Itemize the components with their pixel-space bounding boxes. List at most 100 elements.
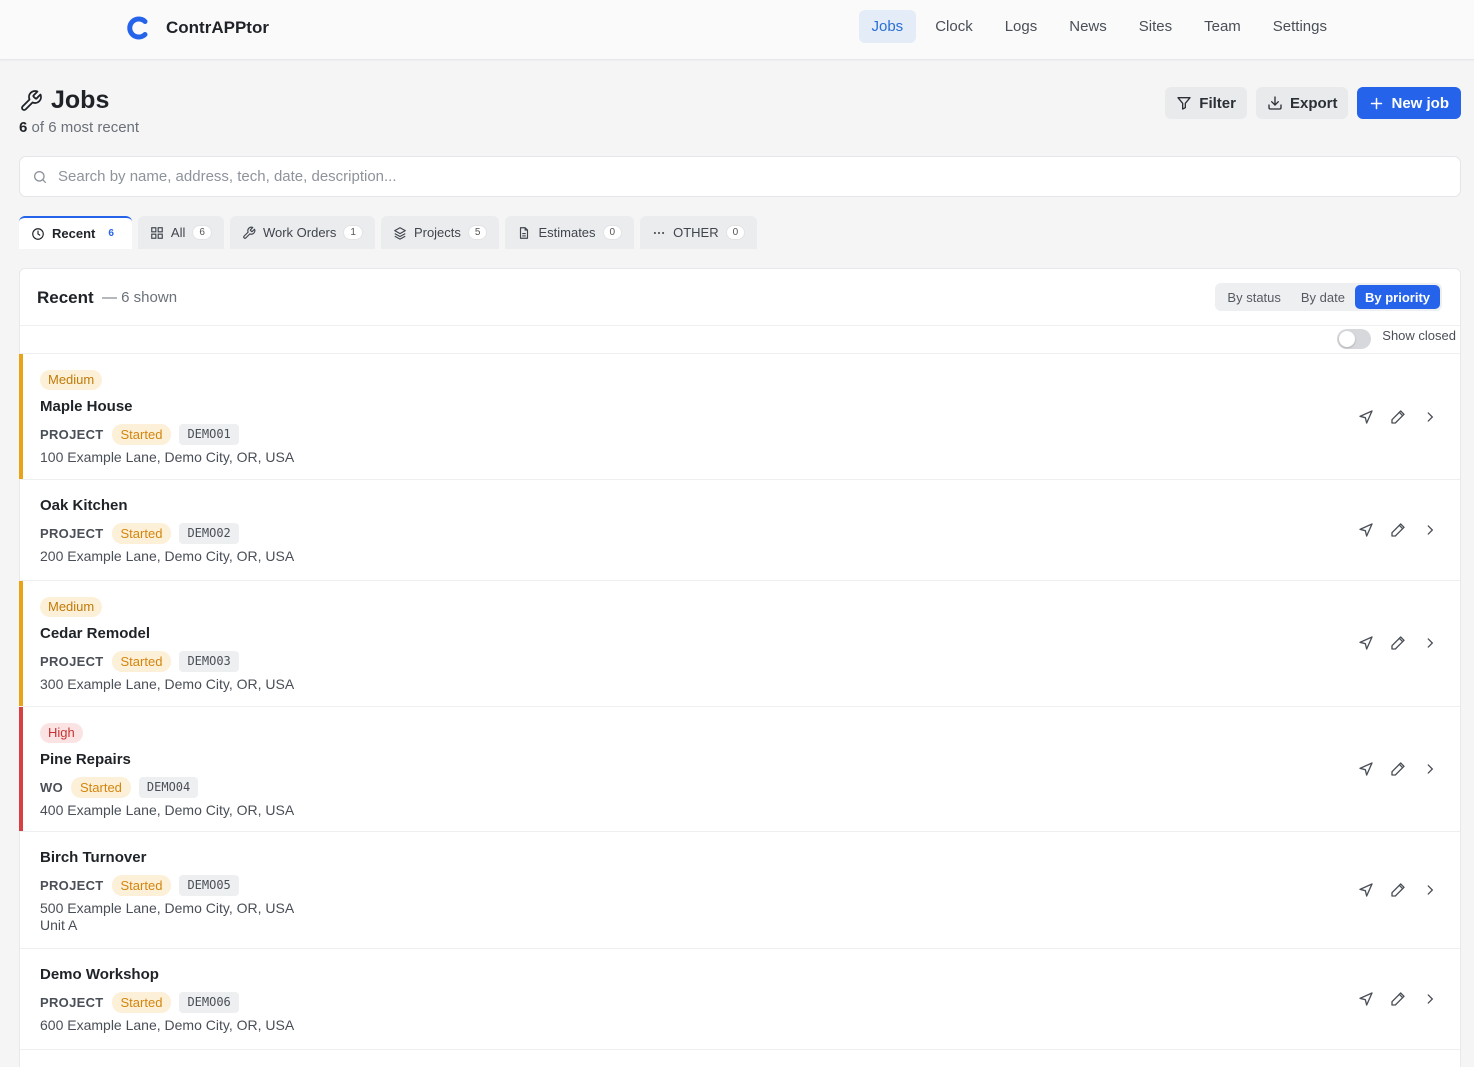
filter-icon [1177, 97, 1191, 110]
show-closed-label: Show closed [1382, 328, 1456, 343]
edit-icon[interactable] [1388, 880, 1408, 900]
job-content: High Pine Repairs WO Started DEMO04 400 … [40, 723, 294, 819]
filter-button[interactable]: Filter [1165, 87, 1247, 119]
row-actions [1356, 759, 1440, 779]
edit-icon[interactable] [1388, 407, 1408, 427]
job-address: 100 Example Lane, Demo City, OR, USA [40, 449, 295, 465]
priority-badge: Medium [40, 370, 103, 390]
sort-by-status[interactable]: By status [1217, 285, 1290, 309]
panel-subbar: Show closed [20, 326, 1460, 354]
job-row[interactable]: Oak Kitchen PROJECT Started DEMO02 200 E… [20, 480, 1460, 581]
plus-icon [1371, 97, 1383, 109]
job-content: Birch Turnover PROJECT Started DEMO05 50… [40, 848, 294, 934]
brand-logo-icon [127, 16, 148, 40]
tab-count: 0 [602, 225, 623, 240]
edit-icon[interactable] [1388, 759, 1408, 779]
job-tabs: Recent 6 All 6 Work Orders 1 Projects 5 … [19, 216, 758, 249]
navigate-icon[interactable] [1356, 407, 1376, 427]
tab-estimates[interactable]: Estimates 0 [505, 216, 635, 249]
nav-item-jobs[interactable]: Jobs [858, 10, 917, 43]
job-code: DEMO01 [179, 423, 239, 445]
job-name: Demo Workshop [40, 966, 159, 983]
status-badge: Started [70, 776, 131, 798]
navigate-icon[interactable] [1356, 633, 1376, 653]
job-type: PROJECT [40, 653, 104, 669]
nav-item-clock[interactable]: Clock [922, 10, 986, 43]
edit-icon[interactable] [1388, 633, 1408, 653]
tab-count: 6 [108, 228, 114, 239]
panel-header: Recent — 6 shown By status By date By pr… [20, 269, 1460, 326]
search-input[interactable] [58, 168, 1438, 185]
priority-badge: High [40, 723, 83, 743]
tab-projects[interactable]: Projects 5 [380, 216, 500, 249]
subtitle-text: of 6 most recent [27, 119, 140, 136]
status-badge: Started [111, 991, 172, 1013]
export-button[interactable]: Export [1255, 87, 1349, 119]
job-address: 600 Example Lane, Demo City, OR, USA [40, 1017, 295, 1033]
filter-label: Filter [1199, 94, 1236, 112]
tab-count: 5 [467, 225, 488, 240]
export-label: Export [1289, 94, 1338, 112]
chevron-right-icon[interactable] [1420, 633, 1440, 653]
row-actions [1356, 880, 1440, 900]
job-name: Cedar Remodel [40, 625, 151, 642]
tab-label: Projects [413, 225, 461, 240]
edit-icon[interactable] [1388, 989, 1408, 1009]
grid-icon [151, 226, 163, 239]
priority-badge: Medium [40, 597, 103, 617]
page-title: Jobs [51, 86, 110, 114]
status-badge: Started [111, 423, 172, 445]
chevron-right-icon[interactable] [1420, 407, 1440, 427]
search-icon [34, 170, 46, 183]
job-row[interactable]: Medium Maple House PROJECT Started DEMO0… [19, 354, 1460, 480]
job-row[interactable]: Demo Workshop PROJECT Started DEMO06 600… [20, 949, 1460, 1050]
row-actions [1356, 520, 1440, 540]
brand-name: ContrAPPtor [166, 18, 269, 37]
job-row[interactable]: Medium Cedar Remodel PROJECT Started DEM… [19, 581, 1460, 707]
more-icon [653, 231, 665, 234]
brand[interactable]: ContrAPPtor [124, 12, 269, 44]
navigate-icon[interactable] [1356, 880, 1376, 900]
chevron-right-icon[interactable] [1420, 989, 1440, 1009]
tab-other[interactable]: OTHER 0 [640, 216, 758, 249]
chevron-right-icon[interactable] [1420, 520, 1440, 540]
tab-work-orders[interactable]: Work Orders 1 [229, 216, 375, 249]
job-type: PROJECT [40, 426, 104, 442]
clock-icon [32, 227, 44, 240]
tab-count: 6 [192, 225, 212, 240]
status-badge: Started [111, 522, 172, 544]
nav-item-sites[interactable]: Sites [1126, 10, 1185, 43]
nav-item-news[interactable]: News [1056, 10, 1120, 43]
job-meta: PROJECT Started DEMO02 [40, 521, 294, 545]
nav-item-team[interactable]: Team [1191, 10, 1254, 43]
nav-item-logs[interactable]: Logs [992, 10, 1051, 43]
job-name: Pine Repairs [40, 751, 131, 768]
tab-recent[interactable]: Recent 6 [19, 216, 132, 249]
job-type: PROJECT [40, 525, 104, 541]
navigate-icon[interactable] [1356, 759, 1376, 779]
job-code: DEMO03 [179, 650, 239, 672]
job-name: Birch Turnover [40, 849, 147, 866]
new-job-button[interactable]: New job [1357, 87, 1461, 119]
job-content: Demo Workshop PROJECT Started DEMO06 600… [40, 965, 294, 1034]
priority-bar [19, 707, 23, 831]
job-code: DEMO05 [179, 874, 239, 896]
navigate-icon[interactable] [1356, 520, 1376, 540]
edit-icon[interactable] [1388, 520, 1408, 540]
chevron-right-icon[interactable] [1420, 759, 1440, 779]
navigate-icon[interactable] [1356, 989, 1376, 1009]
layers-icon [394, 226, 406, 240]
job-content: Oak Kitchen PROJECT Started DEMO02 200 E… [40, 496, 294, 565]
job-row[interactable]: Birch Turnover PROJECT Started DEMO05 50… [20, 832, 1460, 949]
tab-label: Recent [52, 226, 96, 241]
job-meta: PROJECT Started DEMO01 [40, 422, 294, 446]
sort-by-priority[interactable]: By priority [1354, 285, 1440, 309]
chevron-right-icon[interactable] [1420, 880, 1440, 900]
job-row[interactable]: High Pine Repairs WO Started DEMO04 400 … [19, 707, 1460, 832]
job-name: Oak Kitchen [40, 497, 128, 514]
show-closed-toggle[interactable] [1337, 329, 1371, 349]
header-actions: Filter Export New job [1165, 87, 1461, 119]
tab-all[interactable]: All 6 [137, 216, 224, 249]
sort-by-date[interactable]: By date [1291, 285, 1355, 309]
nav-item-settings[interactable]: Settings [1260, 10, 1340, 43]
